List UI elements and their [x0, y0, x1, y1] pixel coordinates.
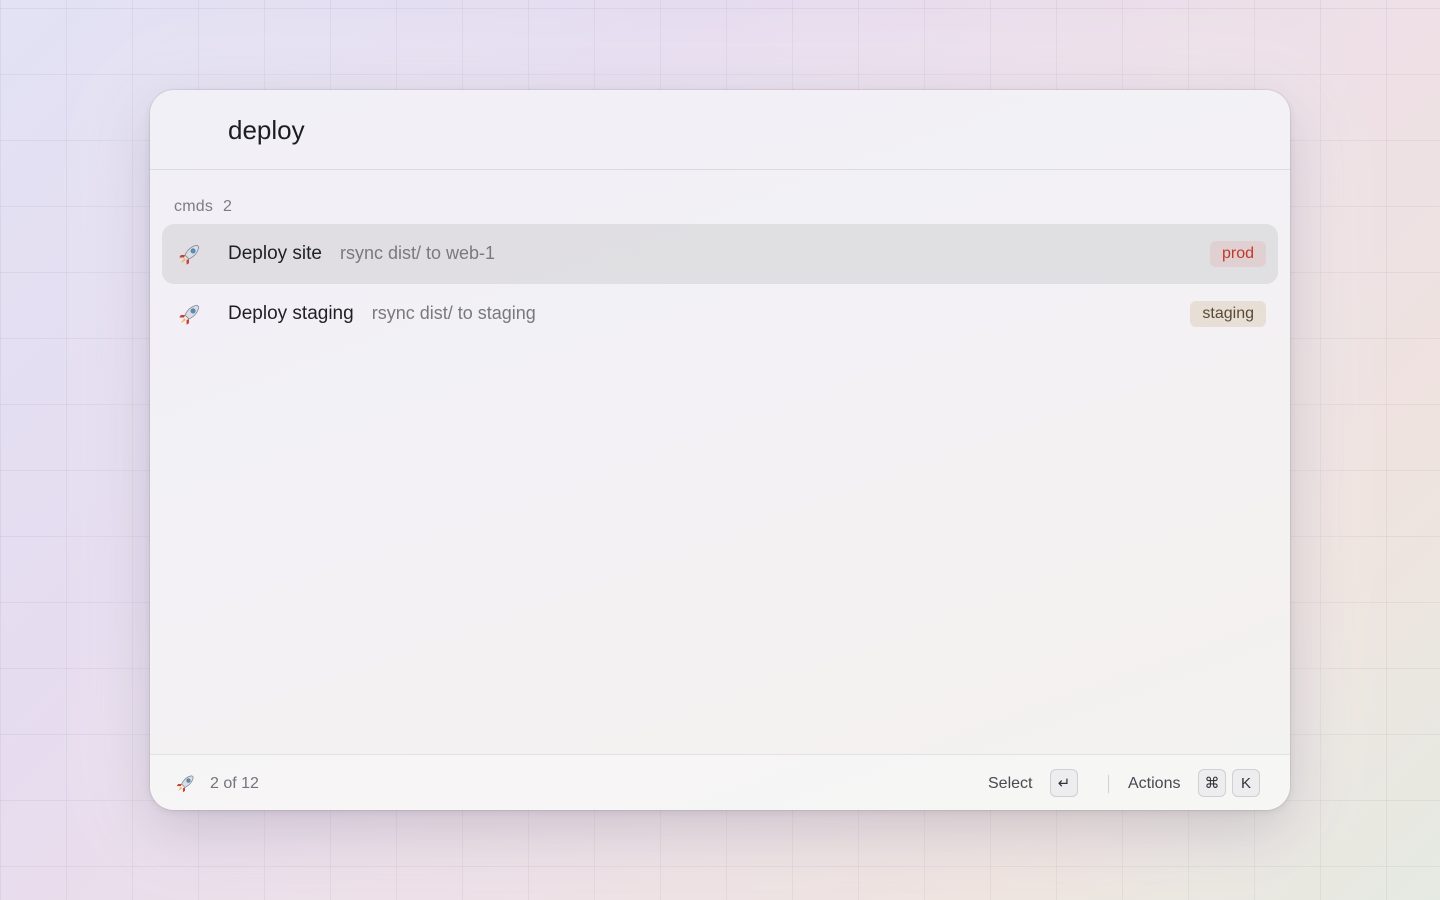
command-key-hint: ⌘ — [1198, 769, 1226, 797]
footer-divider — [1108, 775, 1109, 793]
tag-badge-staging: staging — [1190, 301, 1266, 327]
result-subtitle: rsync dist/ to web-1 — [340, 243, 496, 263]
result-title: Deploy site — [228, 243, 322, 264]
search-input[interactable] — [228, 110, 1228, 150]
result-row-deploy-staging[interactable]: Deploy staging rsync dist/ to staging sta… — [162, 284, 1278, 344]
result-subtitle: rsync dist/ to staging — [371, 303, 536, 323]
command-palette: cmds 2 Deploy site rsync dist/ to web-1 p… — [150, 90, 1290, 810]
rocket-icon — [176, 775, 194, 793]
rocket-icon — [179, 244, 200, 265]
section-header: cmds 2 — [174, 198, 232, 216]
k-key-hint: K — [1232, 769, 1260, 797]
section-label: cmds — [174, 198, 214, 215]
actions-button[interactable]: Actions — [1128, 775, 1180, 793]
search-bar — [150, 90, 1290, 170]
rocket-icon — [179, 304, 200, 325]
section-count: 2 — [223, 198, 233, 215]
select-action-button[interactable]: Select — [988, 775, 1032, 793]
footer-bar: 2 of 12 Select ↵ Actions ⌘ K — [150, 754, 1290, 810]
result-count: 2 of 12 — [210, 775, 259, 792]
result-row-deploy-site[interactable]: Deploy site rsync dist/ to web-1 prod — [162, 224, 1278, 284]
tag-badge-prod: prod — [1209, 241, 1266, 267]
result-title: Deploy staging — [228, 303, 354, 324]
enter-key-hint: ↵ — [1050, 769, 1078, 797]
